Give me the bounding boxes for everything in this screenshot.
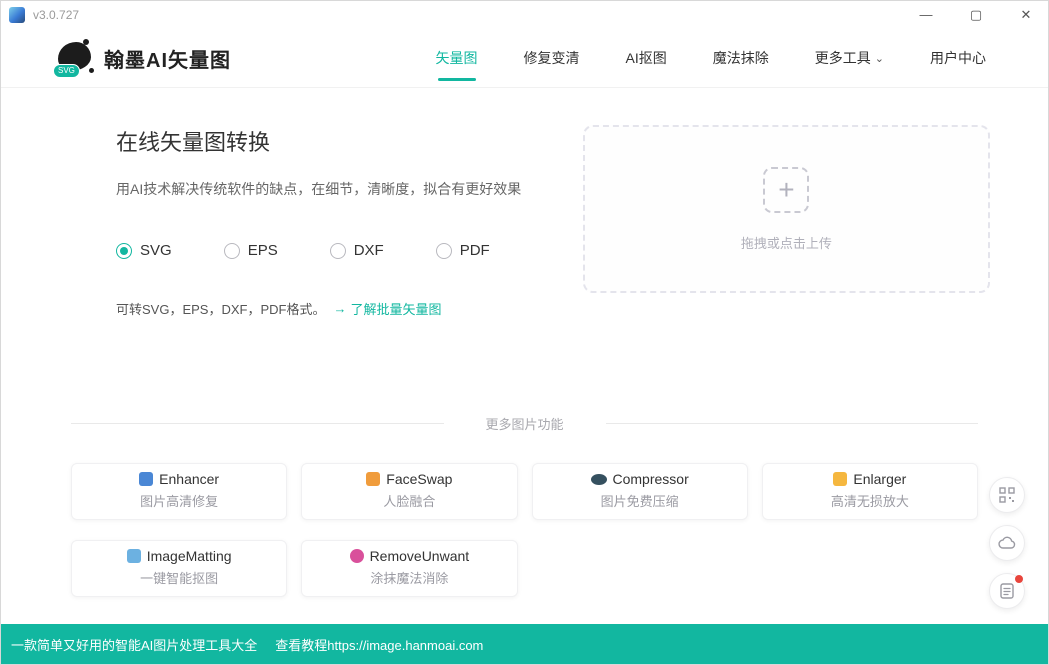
chevron-down-icon: ⌄ — [875, 52, 884, 65]
qrcode-button[interactable] — [989, 477, 1025, 513]
plus-icon: + — [763, 167, 809, 213]
qrcode-icon — [999, 487, 1015, 503]
card-removeunwant[interactable]: RemoveUnwant 涂抹魔法消除 — [301, 540, 517, 597]
imagematting-icon — [127, 549, 141, 563]
minimize-icon[interactable]: — — [916, 5, 936, 25]
feedback-doc-icon — [1000, 583, 1014, 599]
version-label: v3.0.727 — [33, 8, 79, 22]
format-radio-svg[interactable]: SVG — [116, 242, 172, 259]
floating-actions — [989, 477, 1025, 609]
enlarger-icon — [833, 472, 847, 486]
section-divider: 更多图片功能 — [71, 414, 978, 433]
header: SVG 翰墨AI矢量图 矢量图 修复变清 AI抠图 魔法抹除 更多工具 ⌄ 用户… — [1, 29, 1048, 87]
maximize-icon[interactable]: ▢ — [966, 5, 986, 25]
format-radio-group: SVG EPS DXF PDF — [116, 242, 583, 259]
card-imagematting[interactable]: ImageMatting 一键智能抠图 — [71, 540, 287, 597]
brand: SVG 翰墨AI矢量图 — [56, 40, 231, 76]
app-icon — [9, 7, 25, 23]
more-features-section: 更多图片功能 Enhancer 图片高清修复 FaceSwap 人脸融合 Com… — [1, 414, 1048, 597]
converter-panel: 在线矢量图转换 用AI技术解决传统软件的缺点，在细节，清晰度，拟合有更好效果 S… — [116, 125, 583, 318]
nav-item-repair[interactable]: 修复变清 — [524, 29, 580, 87]
card-enlarger[interactable]: Enlarger 高清无损放大 — [762, 463, 978, 520]
radio-icon — [116, 243, 132, 259]
nav-item-matting[interactable]: AI抠图 — [626, 29, 667, 87]
main-section: 在线矢量图转换 用AI技术解决传统软件的缺点，在细节，清晰度，拟合有更好效果 S… — [1, 87, 1048, 318]
main-nav: 矢量图 修复变清 AI抠图 魔法抹除 更多工具 ⌄ 用户中心 — [436, 29, 986, 87]
format-hint: 可转SVG，EPS，DXF，PDF格式。 — [116, 299, 325, 318]
format-radio-pdf[interactable]: PDF — [436, 242, 490, 259]
feedback-button[interactable] — [989, 573, 1025, 609]
format-radio-eps[interactable]: EPS — [224, 242, 278, 259]
logo-svg-badge: SVG — [53, 64, 80, 78]
format-hint-row: 可转SVG，EPS，DXF，PDF格式。 → 了解批量矢量图 — [116, 299, 583, 318]
footer: 一款简单又好用的智能AI图片处理工具大全 查看教程https://image.h… — [1, 624, 1048, 664]
radio-icon — [436, 243, 452, 259]
window-controls: — ▢ ✕ — [916, 5, 1036, 25]
compressor-icon — [591, 474, 607, 485]
page-description: 用AI技术解决传统软件的缺点，在细节，清晰度，拟合有更好效果 — [116, 179, 583, 200]
nav-item-erase[interactable]: 魔法抹除 — [713, 29, 769, 87]
app-name: 翰墨AI矢量图 — [104, 44, 231, 73]
cloud-icon — [998, 536, 1016, 550]
cloud-button[interactable] — [989, 525, 1025, 561]
enhancer-icon — [139, 472, 153, 486]
section-title: 更多图片功能 — [444, 414, 606, 433]
notification-dot — [1015, 575, 1023, 583]
titlebar: v3.0.727 — ▢ ✕ — [1, 1, 1048, 29]
card-enhancer[interactable]: Enhancer 图片高清修复 — [71, 463, 287, 520]
arrow-right-icon: → — [333, 301, 346, 316]
nav-item-user-center[interactable]: 用户中心 — [930, 29, 986, 87]
app-logo-icon: SVG — [56, 40, 94, 76]
footer-slogan: 一款简单又好用的智能AI图片处理工具大全 — [11, 635, 257, 654]
card-faceswap[interactable]: FaceSwap 人脸融合 — [301, 463, 517, 520]
page-title: 在线矢量图转换 — [116, 125, 583, 157]
batch-vector-link[interactable]: → 了解批量矢量图 — [333, 299, 441, 318]
close-icon[interactable]: ✕ — [1016, 5, 1036, 25]
faceswap-icon — [366, 472, 380, 486]
nav-item-more-tools[interactable]: 更多工具 ⌄ — [815, 29, 884, 87]
radio-icon — [330, 243, 346, 259]
nav-item-vector[interactable]: 矢量图 — [436, 29, 478, 87]
upload-dropzone[interactable]: + 拖拽或点击上传 — [583, 125, 990, 293]
upload-hint: 拖拽或点击上传 — [741, 233, 832, 252]
removeunwant-icon — [350, 549, 364, 563]
card-compressor[interactable]: Compressor 图片免费压缩 — [532, 463, 748, 520]
feature-cards: Enhancer 图片高清修复 FaceSwap 人脸融合 Compressor… — [71, 463, 978, 597]
footer-tutorial-link[interactable]: 查看教程https://image.hanmoai.com — [275, 635, 483, 654]
radio-icon — [224, 243, 240, 259]
format-radio-dxf[interactable]: DXF — [330, 242, 384, 259]
